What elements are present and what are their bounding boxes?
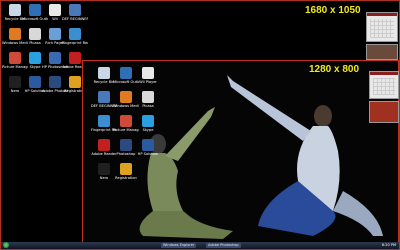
app-icon	[142, 115, 154, 127]
inner-icon-5[interactable]: Picasa	[135, 91, 161, 108]
icon-label: Fingerprint Reader	[62, 41, 88, 45]
calendar-grid	[370, 19, 394, 38]
app-icon	[69, 76, 81, 88]
icon-label: Skype	[142, 128, 154, 132]
app-icon	[9, 4, 21, 16]
start-button[interactable]	[3, 242, 9, 248]
icon-label: Wii Player	[139, 80, 157, 84]
taskbar-item-photoshop[interactable]: Adobe Photoshop	[206, 243, 241, 248]
inner-icon-8[interactable]: Skype	[135, 115, 161, 132]
resolution-label-1280: 1280 x 800	[309, 64, 360, 75]
inner-icon-2[interactable]: Wii Player	[135, 67, 161, 84]
taskbar: Windows Explorer Adobe Photoshop 8:20 PM	[1, 242, 399, 249]
app-icon	[142, 67, 154, 79]
icon-label: HP Solution	[137, 152, 159, 156]
app-icon	[29, 28, 41, 40]
outer-icon-7[interactable]: Fingerprint Reader	[62, 28, 88, 45]
icon-label: DEF BEGINNERS	[62, 17, 88, 21]
app-icon	[9, 52, 21, 64]
app-icon	[9, 28, 21, 40]
desktop-frame-1280: 1280 x 800 Recycle BinMicrosoft OutlookW…	[82, 60, 399, 249]
app-icon	[49, 4, 61, 16]
calendar-gadget[interactable]	[366, 12, 398, 42]
app-icon	[69, 4, 81, 16]
app-icon	[69, 28, 81, 40]
photo-gadget[interactable]	[366, 44, 398, 60]
app-icon	[98, 67, 110, 79]
app-icon	[29, 76, 41, 88]
app-icon	[120, 91, 132, 103]
icon-label: Registration	[115, 176, 137, 180]
inner-icon-13[interactable]: Registration	[113, 163, 139, 180]
app-icon	[49, 28, 61, 40]
taskbar-clock: 8:20 PM	[381, 243, 396, 247]
calendar-gadget-inner-header	[370, 72, 398, 75]
app-icon	[98, 139, 110, 151]
right-figure-head	[314, 105, 332, 127]
app-icon	[98, 115, 110, 127]
photo-gadget-inner[interactable]	[369, 101, 399, 123]
app-icon	[9, 76, 21, 88]
icon-label: Picasa	[142, 104, 154, 108]
resolution-label-1680: 1680 x 1050	[305, 5, 361, 16]
app-icon	[120, 115, 132, 127]
app-icon	[120, 67, 132, 79]
app-icon	[69, 52, 81, 64]
app-icon	[49, 76, 61, 88]
app-icon	[49, 52, 61, 64]
app-icon	[120, 163, 132, 175]
inner-icon-11[interactable]: HP Solution	[135, 139, 161, 156]
app-icon	[29, 52, 41, 64]
app-icon	[142, 91, 154, 103]
taskbar-item-explorer[interactable]: Windows Explorer	[161, 243, 197, 248]
calendar-gadget-header	[367, 13, 397, 16]
outer-icon-3[interactable]: DEF BEGINNERS	[62, 4, 88, 21]
app-icon	[142, 139, 154, 151]
app-icon	[98, 163, 110, 175]
app-icon	[120, 139, 132, 151]
app-icon	[98, 91, 110, 103]
app-icon	[29, 4, 41, 16]
calendar-grid-inner	[373, 78, 395, 95]
calendar-gadget-inner[interactable]	[369, 71, 399, 99]
